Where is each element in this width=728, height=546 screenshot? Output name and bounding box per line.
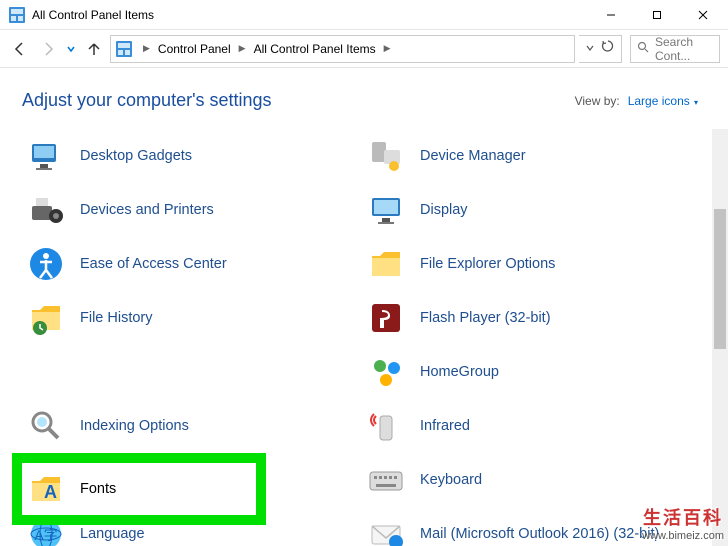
up-button[interactable]	[82, 37, 106, 61]
window-title: All Control Panel Items	[32, 8, 588, 22]
content-header: Adjust your computer's settings View by:…	[0, 68, 728, 129]
page-title: Adjust your computer's settings	[22, 90, 272, 111]
item-mail[interactable]: Mail (Microsoft Outlook 2016) (32-bit)	[362, 507, 682, 546]
file-explorer-options-icon	[366, 244, 406, 284]
refresh-button[interactable]	[601, 39, 615, 58]
search-input[interactable]: Search Cont...	[630, 35, 720, 63]
view-by-dropdown[interactable]: Large icons ▾	[628, 94, 698, 108]
item-desktop-gadgets[interactable]: Desktop Gadgets	[22, 129, 342, 183]
item-label: Keyboard	[420, 472, 482, 488]
svg-text:A字: A字	[34, 527, 57, 543]
address-bar[interactable]: ▶ Control Panel ▶ All Control Panel Item…	[110, 35, 575, 63]
item-homegroup[interactable]: HomeGroup	[362, 345, 682, 399]
item-label: Language	[80, 526, 145, 542]
item-infrared[interactable]: Infrared	[362, 399, 682, 453]
infrared-icon	[366, 406, 406, 446]
chevron-right-icon[interactable]: ▶	[380, 43, 395, 54]
item-label: File History	[80, 310, 153, 326]
back-button[interactable]	[8, 37, 32, 61]
window-controls	[588, 0, 726, 30]
item-label: Ease of Access Center	[80, 256, 227, 272]
watermark-text: 生活百科	[642, 504, 724, 530]
search-icon	[637, 41, 649, 56]
chevron-right-icon[interactable]: ▶	[139, 43, 154, 54]
keyboard-icon	[366, 460, 406, 500]
item-label: Device Manager	[420, 148, 526, 164]
language-icon: A字	[26, 514, 66, 546]
item-label: Flash Player (32-bit)	[420, 310, 551, 326]
title-bar: All Control Panel Items	[0, 0, 728, 30]
watermark: 生活百科 www.bimeiz.com	[642, 504, 724, 542]
item-flash-player[interactable]: Flash Player (32-bit)	[362, 291, 682, 345]
item-label: Infrared	[420, 418, 470, 434]
view-by-label: View by:	[575, 94, 620, 108]
breadcrumb-item[interactable]: Control Panel	[156, 40, 233, 58]
homegroup-icon	[366, 352, 406, 392]
display-icon	[366, 190, 406, 230]
close-button[interactable]	[680, 0, 726, 30]
item-file-history[interactable]: File History	[22, 291, 342, 345]
ease-of-access-icon	[26, 244, 66, 284]
control-panel-icon	[8, 6, 26, 24]
content-area: Desktop Gadgets Device Manager Devices a…	[0, 129, 728, 546]
indexing-options-icon	[26, 406, 66, 446]
item-label: Devices and Printers	[80, 202, 214, 218]
item-ease-of-access[interactable]: Ease of Access Center	[22, 237, 342, 291]
control-panel-icon	[115, 40, 133, 58]
item-label: HomeGroup	[420, 364, 499, 380]
forward-button[interactable]	[36, 37, 60, 61]
item-label: Indexing Options	[80, 418, 189, 434]
device-manager-icon	[366, 136, 406, 176]
devices-and-printers-icon	[26, 190, 66, 230]
flash-player-icon	[366, 298, 406, 338]
chevron-down-icon[interactable]	[585, 40, 595, 58]
maximize-button[interactable]	[634, 0, 680, 30]
view-by-control: View by: Large icons ▾	[575, 94, 698, 108]
navigation-bar: ▶ Control Panel ▶ All Control Panel Item…	[0, 30, 728, 68]
chevron-right-icon[interactable]: ▶	[235, 43, 250, 54]
item-language[interactable]: A字 Language	[22, 507, 342, 546]
item-device-manager[interactable]: Device Manager	[362, 129, 682, 183]
breadcrumb-item[interactable]: All Control Panel Items	[252, 40, 378, 58]
item-internet-options[interactable]: Internet Options	[22, 453, 342, 507]
item-indexing-options[interactable]: Indexing Options	[22, 399, 342, 453]
internet-options-icon	[26, 460, 66, 500]
mail-icon	[366, 514, 406, 546]
address-bar-actions	[579, 35, 622, 63]
chevron-down-icon: ▾	[692, 98, 698, 107]
items-grid: Desktop Gadgets Device Manager Devices a…	[22, 129, 682, 546]
item-label: File Explorer Options	[420, 256, 555, 272]
watermark-url: www.bimeiz.com	[642, 530, 724, 542]
desktop-gadgets-icon	[26, 136, 66, 176]
recent-locations-button[interactable]	[64, 37, 78, 61]
vertical-scrollbar[interactable]	[712, 129, 728, 546]
item-keyboard[interactable]: Keyboard	[362, 453, 682, 507]
item-label: Display	[420, 202, 468, 218]
item-label: Desktop Gadgets	[80, 148, 192, 164]
scrollbar-thumb[interactable]	[714, 209, 726, 349]
minimize-button[interactable]	[588, 0, 634, 30]
search-placeholder: Search Cont...	[655, 35, 713, 63]
file-history-icon	[26, 298, 66, 338]
item-devices-and-printers[interactable]: Devices and Printers	[22, 183, 342, 237]
item-display[interactable]: Display	[362, 183, 682, 237]
item-label: Internet Options	[80, 472, 183, 488]
item-label: Mail (Microsoft Outlook 2016) (32-bit)	[420, 526, 659, 542]
item-file-explorer-options[interactable]: File Explorer Options	[362, 237, 682, 291]
